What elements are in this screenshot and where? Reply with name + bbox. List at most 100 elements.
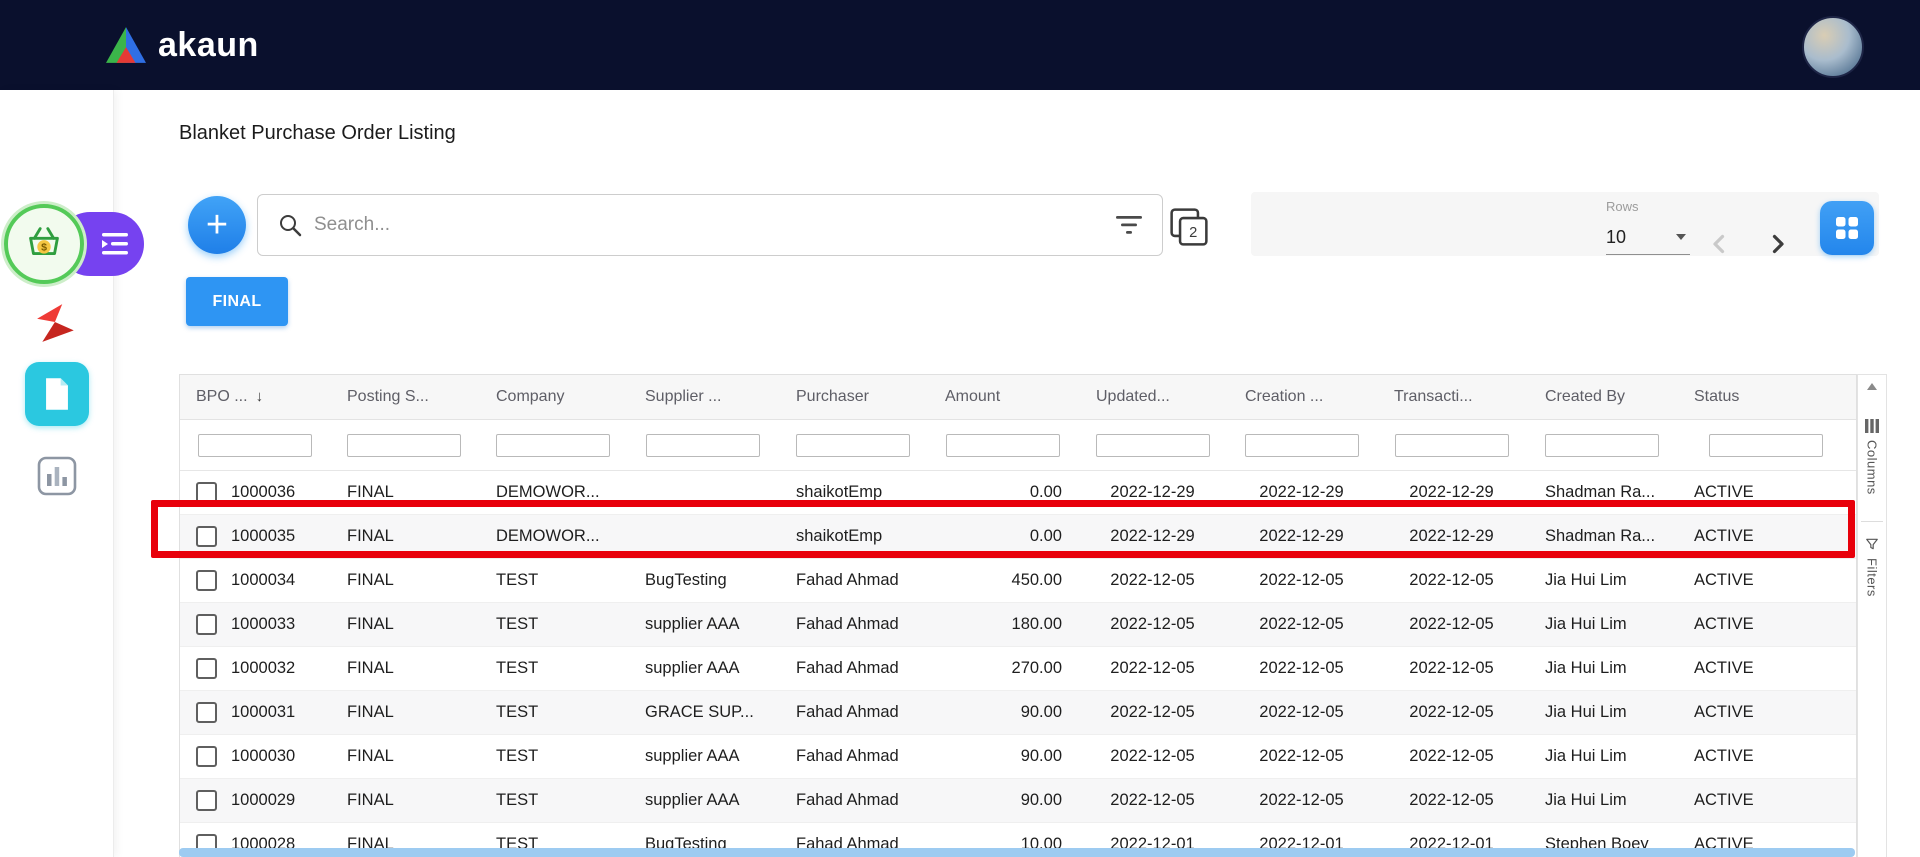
column-filter-input[interactable]	[796, 434, 910, 457]
app-root: akaun $	[0, 0, 1920, 857]
filter-cell	[778, 420, 927, 471]
column-header[interactable]: Amount	[927, 375, 1078, 420]
sidebar-item-reports[interactable]	[0, 456, 113, 496]
row-checkbox[interactable]	[196, 614, 217, 635]
column-header-label: BPO ...	[196, 388, 248, 405]
add-button[interactable]: +	[188, 196, 246, 254]
column-header[interactable]: Posting S...	[329, 375, 478, 420]
column-header[interactable]: Purchaser	[778, 375, 927, 420]
column-filter-input[interactable]	[1395, 434, 1509, 457]
table-row[interactable]: 1000033FINALTESTsupplier AAAFahad Ahmad1…	[180, 603, 1856, 647]
column-header[interactable]: Updated...	[1078, 375, 1227, 420]
table-row[interactable]: 1000035FINALDEMOWOR...shaikotEmp0.002022…	[180, 515, 1856, 559]
cell-bpo_no: 1000030	[180, 735, 329, 779]
filter-list-button[interactable]	[1116, 215, 1142, 235]
row-checkbox[interactable]	[196, 526, 217, 547]
cell-supplier: GRACE SUP...	[627, 691, 778, 735]
sort-desc-icon[interactable]: ↓	[256, 388, 264, 405]
horizontal-scrollbar[interactable]	[179, 848, 1855, 857]
row-checkbox[interactable]	[196, 570, 217, 591]
filter-cell	[1078, 420, 1227, 471]
user-avatar[interactable]	[1802, 16, 1864, 78]
final-filter-button[interactable]: FINAL	[186, 277, 288, 326]
cell-purchaser: Fahad Ahmad	[778, 779, 927, 823]
prev-page-button[interactable]	[1704, 228, 1736, 260]
column-header[interactable]: Status	[1676, 375, 1856, 420]
rows-per-page-select[interactable]: 10	[1606, 220, 1690, 255]
cell-posting_status: FINAL	[329, 735, 478, 779]
cell-purchaser: Fahad Ahmad	[778, 647, 927, 691]
columns-tab[interactable]: Columns	[1858, 419, 1886, 495]
column-header-label: Creation ...	[1245, 388, 1323, 405]
search-input[interactable]	[312, 213, 1116, 237]
column-header[interactable]: Created By	[1527, 375, 1676, 420]
column-filter-input[interactable]	[1096, 434, 1210, 457]
column-header-label: Amount	[945, 388, 1000, 405]
cell-creation: 2022-12-05	[1227, 559, 1376, 603]
column-header[interactable]: Creation ...	[1227, 375, 1376, 420]
document-module-button	[25, 362, 89, 426]
table-row[interactable]: 1000031FINALTESTGRACE SUP...Fahad Ahmad9…	[180, 691, 1856, 735]
column-filter-input[interactable]	[347, 434, 461, 457]
cell-company: DEMOWOR...	[478, 515, 627, 559]
grid-view-button[interactable]	[1820, 201, 1874, 255]
table-filter-row	[180, 420, 1856, 471]
cell-transaction: 2022-12-05	[1376, 735, 1527, 779]
svg-text:2: 2	[1189, 225, 1197, 241]
table-row[interactable]: 1000032FINALTESTsupplier AAAFahad Ahmad2…	[180, 647, 1856, 691]
next-page-button[interactable]	[1761, 228, 1793, 260]
table-row[interactable]: 1000036FINALDEMOWOR...shaikotEmp0.002022…	[180, 471, 1856, 515]
cell-status: ACTIVE	[1676, 515, 1856, 559]
cell-posting_status: FINAL	[329, 691, 478, 735]
copy-list-button[interactable]: 2	[1169, 207, 1209, 252]
sidebar-item-documents[interactable]	[0, 362, 113, 426]
table-row[interactable]: 1000029FINALTESTsupplier AAAFahad Ahmad9…	[180, 779, 1856, 823]
column-filter-input[interactable]	[1245, 434, 1359, 457]
row-checkbox[interactable]	[196, 702, 217, 723]
column-header[interactable]: Supplier ...	[627, 375, 778, 420]
table-row[interactable]: 1000034FINALTESTBugTestingFahad Ahmad450…	[180, 559, 1856, 603]
cell-posting_status: FINAL	[329, 559, 478, 603]
funnel-icon	[1865, 537, 1879, 551]
table-row[interactable]: 1000030FINALTESTsupplier AAAFahad Ahmad9…	[180, 735, 1856, 779]
cell-updated: 2022-12-05	[1078, 559, 1227, 603]
column-filter-input[interactable]	[496, 434, 610, 457]
scroll-up-arrow[interactable]	[1867, 383, 1877, 390]
filters-tab[interactable]: Filters	[1858, 537, 1886, 597]
basket-icon: $	[21, 221, 67, 267]
filter-list-icon	[1116, 215, 1142, 235]
column-filter-input[interactable]	[1545, 434, 1659, 457]
cell-created_by: Jia Hui Lim	[1527, 735, 1676, 779]
cell-purchaser: Fahad Ahmad	[778, 735, 927, 779]
akaun-logo[interactable]: akaun	[106, 22, 259, 68]
row-checkbox[interactable]	[196, 658, 217, 679]
row-checkbox[interactable]	[196, 746, 217, 767]
cell-created_by: Shadman Ra...	[1527, 515, 1676, 559]
logo-text: akaun	[158, 22, 259, 68]
cell-posting_status: FINAL	[329, 471, 478, 515]
column-filter-input[interactable]	[946, 434, 1060, 457]
filter-cell	[1227, 420, 1376, 471]
cell-amount: 270.00	[927, 647, 1078, 691]
table-side-panel: Columns Filters	[1857, 374, 1887, 857]
column-header-label: Posting S...	[347, 388, 429, 405]
column-filter-input[interactable]	[1709, 434, 1823, 457]
column-header[interactable]: Transacti...	[1376, 375, 1527, 420]
cell-amount: 0.00	[927, 515, 1078, 559]
document-icon	[42, 377, 72, 411]
cell-status: ACTIVE	[1676, 603, 1856, 647]
column-header[interactable]: BPO ... ↓	[180, 375, 329, 420]
row-checkbox[interactable]	[196, 482, 217, 503]
cell-transaction: 2022-12-05	[1376, 559, 1527, 603]
rows-label: Rows	[1606, 199, 1639, 214]
column-header[interactable]: Company	[478, 375, 627, 420]
row-checkbox[interactable]	[196, 790, 217, 811]
cell-supplier: supplier AAA	[627, 779, 778, 823]
column-filter-input[interactable]	[198, 434, 312, 457]
column-filter-input[interactable]	[646, 434, 760, 457]
column-header-label: Status	[1694, 388, 1739, 405]
basket-button[interactable]: $	[4, 204, 84, 284]
filter-cell	[1527, 420, 1676, 471]
sidebar-item-red-module[interactable]	[0, 302, 113, 344]
search-box	[257, 194, 1163, 256]
